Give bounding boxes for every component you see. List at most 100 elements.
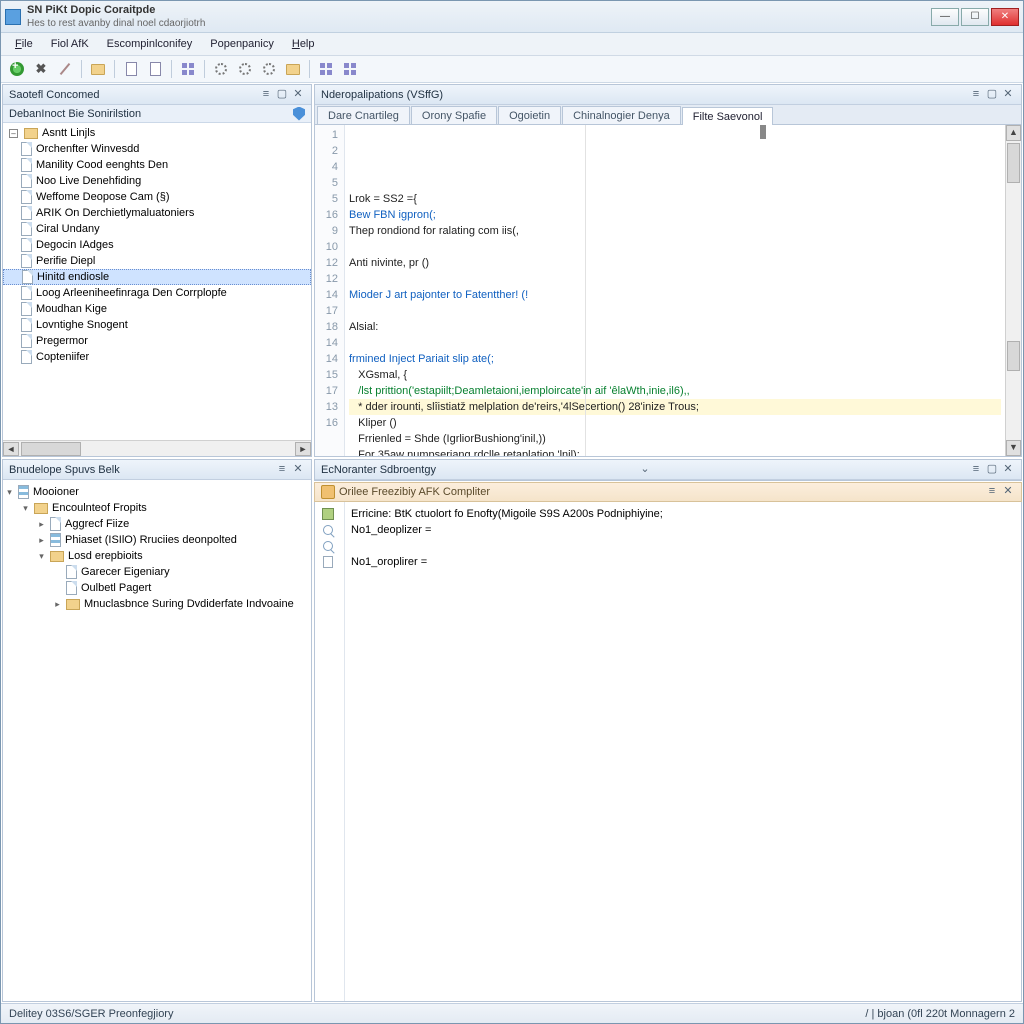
tb-panel1-button[interactable] <box>316 59 336 79</box>
panel-close-button[interactable]: ✕ <box>1001 463 1015 477</box>
tree-item[interactable]: Ciral Undany <box>3 221 311 237</box>
code-line[interactable] <box>349 271 1001 287</box>
code-line[interactable]: Kliper () <box>349 415 1001 431</box>
tree-item[interactable]: Lovntighe Snogent <box>3 317 311 333</box>
tb-gear3-button[interactable] <box>259 59 279 79</box>
code-line[interactable]: Anti nivinte, pr () <box>349 255 1001 271</box>
tree-item[interactable]: Noo Live Denehfiding <box>3 173 311 189</box>
panel-min-button[interactable]: ▢ <box>275 88 289 102</box>
code-line[interactable] <box>349 239 1001 255</box>
project-tree[interactable]: ▾ Mooioner ▾Encoulnteof Fropits▸Aggrecf … <box>3 480 311 1001</box>
scroll-left-button[interactable]: ◄ <box>3 442 19 456</box>
project-tree-item[interactable]: Garecer Eigeniary <box>5 564 309 580</box>
code-line[interactable]: Frrienled = Shde (IgrliorBushiong'inil,)… <box>349 431 1001 447</box>
editor-tab[interactable]: Chinalnogier Denya <box>562 106 681 124</box>
tb-grid-button[interactable] <box>178 59 198 79</box>
project-tree-item[interactable]: ▾Losd erepbioits <box>5 548 309 564</box>
project-tree-item[interactable]: Oulbetl Pagert <box>5 580 309 596</box>
close-button[interactable]: ✕ <box>991 8 1019 26</box>
expand-icon[interactable]: ▸ <box>37 519 46 530</box>
project-tree-item[interactable]: ▸Mnuclasbnce Suring Dvdiderfate Indvoain… <box>5 596 309 612</box>
menu-popen[interactable]: Popenpanicy <box>202 35 282 53</box>
editor-vscrollbar[interactable]: ▲ ▼ <box>1005 125 1021 456</box>
editor-tab[interactable]: Filte Saevonol <box>682 107 774 125</box>
code-line[interactable]: * dder irounti, slîistiatž melplation de… <box>349 399 1001 415</box>
tree-item[interactable]: Manility Cood eenghts Den <box>3 157 311 173</box>
menu-file[interactable]: File <box>7 35 41 53</box>
expand-icon[interactable]: ▾ <box>37 551 46 562</box>
tree-item[interactable]: Copteniifer <box>3 349 311 365</box>
project-tree-item[interactable]: ▸Phiaset (ISIlO) Rruciies deonpolted <box>5 532 309 548</box>
panel-min-button[interactable]: ▢ <box>985 88 999 102</box>
tree-item[interactable]: Hinitd endiosle <box>3 269 311 285</box>
expand-icon[interactable]: – <box>9 129 18 138</box>
panel-close-button[interactable]: ✕ <box>1001 88 1015 102</box>
tb-gear2-button[interactable] <box>235 59 255 79</box>
tb-wand-button[interactable] <box>55 59 75 79</box>
minimize-button[interactable]: — <box>931 8 959 26</box>
project-tree-item[interactable]: ▸Aggrecf Fiize <box>5 516 309 532</box>
tb-remove-button[interactable]: ✖ <box>31 59 51 79</box>
scroll-right-button[interactable]: ► <box>295 442 311 456</box>
tree-item[interactable]: Orchenfter Winvesdd <box>3 141 311 157</box>
expand-icon[interactable]: ▸ <box>53 599 62 610</box>
tb-folder-button[interactable] <box>88 59 108 79</box>
dropdown-icon[interactable]: ⌄ <box>638 463 652 477</box>
code-line[interactable]: Lrok = SS2 ={ <box>349 191 1001 207</box>
tree-item[interactable]: Degocin IAdges <box>3 237 311 253</box>
tree-item[interactable]: Weffome Deopose Cam (§) <box>3 189 311 205</box>
tb-add-button[interactable] <box>7 59 27 79</box>
scroll-thumb[interactable] <box>21 442 81 456</box>
tb-doc1-button[interactable] <box>121 59 141 79</box>
tree-root[interactable]: – Asntt Linjls <box>3 125 311 141</box>
tree-item[interactable]: Perifie Diepl <box>3 253 311 269</box>
panel-close-button[interactable]: ✕ <box>291 88 305 102</box>
tb-gear1-button[interactable] <box>211 59 231 79</box>
tree-item[interactable]: ARIK On Derchietlymaluatoniers <box>3 205 311 221</box>
project-tree-item[interactable]: ▾Encoulnteof Fropits <box>5 500 309 516</box>
scroll-thumb[interactable] <box>1007 143 1020 183</box>
code-line[interactable] <box>349 335 1001 351</box>
code-line[interactable]: Mioder J art pajonter to Fatentther! (! <box>349 287 1001 303</box>
expand-icon[interactable]: ▸ <box>37 535 46 546</box>
project-root[interactable]: ▾ Mooioner <box>5 484 309 500</box>
scroll-up-button[interactable]: ▲ <box>1006 125 1021 141</box>
menu-fiol[interactable]: Fiol AfK <box>43 35 97 53</box>
tb-folder2-button[interactable] <box>283 59 303 79</box>
editor-tab[interactable]: Orony Spafie <box>411 106 497 124</box>
explorer-hscrollbar[interactable]: ◄ ► <box>3 440 311 456</box>
expand-icon[interactable]: ▾ <box>5 487 14 498</box>
menu-escomp[interactable]: Escompinlconifey <box>99 35 201 53</box>
panel-close-button[interactable]: ✕ <box>291 463 305 477</box>
editor-tab[interactable]: Ogoietin <box>498 106 561 124</box>
code-line[interactable]: frmined Inject Pariait slip ate(; <box>349 351 1001 367</box>
panel-menu-button[interactable]: ≡ <box>259 88 273 102</box>
editor-tab[interactable]: Dare Cnartileg <box>317 106 410 124</box>
code-editor[interactable]: 12455169101212141718141415171316 Lrok = … <box>315 125 1021 456</box>
tree-item[interactable]: Moudhan Kige <box>3 301 311 317</box>
code-line[interactable] <box>349 303 1001 319</box>
scroll-thumb-2[interactable] <box>1007 341 1020 371</box>
panel-min-button[interactable]: ▢ <box>985 463 999 477</box>
code-line[interactable]: XGsmal, { <box>349 367 1001 383</box>
code-line[interactable]: For 35aw numpseriang rdclle retaplation … <box>349 447 1001 456</box>
code-line[interactable]: Thep rondiond for ralating com iis(, <box>349 223 1001 239</box>
menu-help[interactable]: Help <box>284 35 323 53</box>
panel-menu-button[interactable]: ≡ <box>969 88 983 102</box>
code-line[interactable]: Bew FBN igpron(; <box>349 207 1001 223</box>
panel-menu-button[interactable]: ≡ <box>275 463 289 477</box>
output-body[interactable]: Erricine: BtK ctuolort fo Enofty(Migoile… <box>314 502 1022 1002</box>
tree-item[interactable]: Loog Arleeniheefinraga Den Corrplopfe <box>3 285 311 301</box>
panel-menu-button[interactable]: ≡ <box>969 463 983 477</box>
maximize-button[interactable]: ☐ <box>961 8 989 26</box>
expand-icon[interactable]: ▾ <box>21 503 30 514</box>
tb-panel2-button[interactable] <box>340 59 360 79</box>
panel-menu-button[interactable]: ≡ <box>985 485 999 499</box>
scroll-down-button[interactable]: ▼ <box>1006 440 1021 456</box>
panel-close-button[interactable]: ✕ <box>1001 485 1015 499</box>
code-line[interactable]: /lst prittion('estapiilt;Deamletaioni,ie… <box>349 383 1001 399</box>
explorer-tree[interactable]: – Asntt Linjls Orchenfter WinvesddManili… <box>3 123 311 440</box>
tb-doc2-button[interactable] <box>145 59 165 79</box>
code-area[interactable]: Lrok = SS2 ={Bew FBN igpron(;Thep rondio… <box>345 125 1005 456</box>
code-line[interactable]: Alsial: <box>349 319 1001 335</box>
